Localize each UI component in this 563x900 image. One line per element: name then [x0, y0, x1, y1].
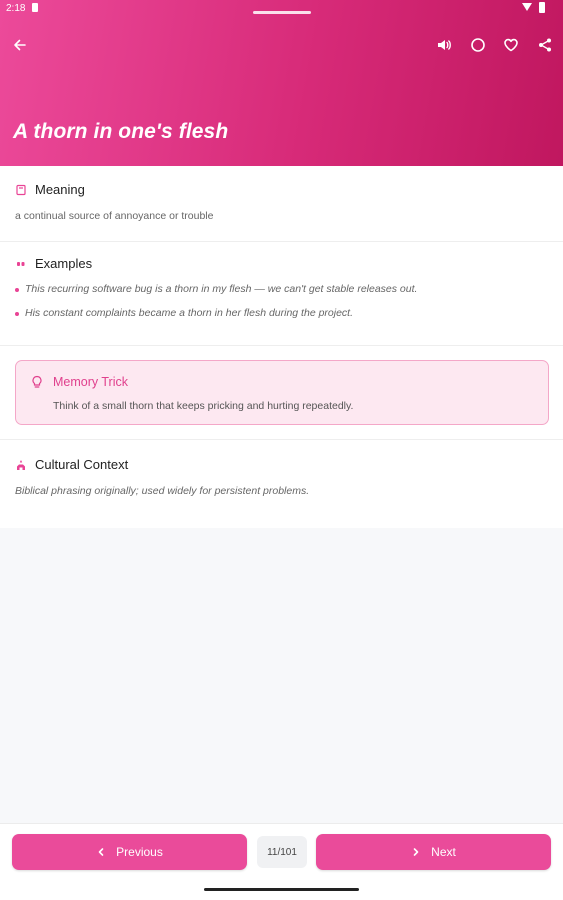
cultural-context-section: Cultural Context Biblical phrasing origi… — [0, 440, 563, 528]
circle-icon — [471, 38, 485, 52]
memory-trick-text: Think of a small thorn that keeps pricki… — [53, 400, 354, 412]
book-icon — [15, 184, 27, 196]
drag-handle[interactable] — [253, 11, 311, 14]
cultural-context-heading: Cultural Context — [35, 457, 129, 472]
memory-trick-card: Memory Trick Think of a small thorn that… — [15, 360, 549, 425]
back-arrow-icon — [14, 39, 26, 51]
cultural-context-text: Biblical phrasing originally; used widel… — [15, 485, 310, 497]
meaning-heading: Meaning — [35, 182, 85, 197]
lightbulb-icon — [32, 375, 42, 388]
favorite-button[interactable] — [499, 33, 523, 57]
cultural-context-header: Cultural Context — [15, 457, 128, 472]
status-time: 2:18 — [6, 3, 26, 14]
battery-icon — [539, 2, 545, 13]
bottom-navigation: Previous 11/101 Next — [0, 823, 563, 900]
example-item: This recurring software bug is a thorn i… — [15, 283, 545, 307]
examples-list: This recurring software bug is a thorn i… — [15, 283, 545, 331]
mark-learned-button[interactable] — [466, 33, 490, 57]
idiom-title: A thorn in one's flesh — [13, 120, 229, 143]
next-button[interactable]: Next — [316, 834, 551, 870]
chevron-right-icon — [413, 848, 419, 856]
page-counter: 11/101 — [257, 836, 307, 868]
quote-icon — [15, 258, 27, 270]
meaning-text: a continual source of annoyance or troub… — [15, 210, 214, 222]
memory-trick-heading: Memory Trick — [53, 375, 128, 389]
landmark-icon — [15, 459, 27, 471]
home-indicator[interactable] — [204, 888, 359, 891]
speaker-icon — [438, 40, 451, 50]
app-header: 2:18 A thorn in one's flesh — [0, 0, 563, 166]
memory-trick-header: Memory Trick — [30, 375, 128, 389]
memory-trick-section: Memory Trick Think of a small thorn that… — [0, 346, 563, 440]
wifi-icon — [522, 3, 532, 11]
heart-icon — [504, 38, 518, 52]
examples-heading: Examples — [35, 256, 93, 271]
next-label: Next — [431, 845, 456, 859]
previous-button[interactable]: Previous — [12, 834, 247, 870]
back-button[interactable] — [8, 33, 32, 57]
examples-header: Examples — [15, 256, 92, 271]
status-bar: 2:18 — [0, 0, 563, 18]
meaning-section: Meaning a continual source of annoyance … — [0, 166, 563, 242]
content-panel: Meaning a continual source of annoyance … — [0, 166, 563, 528]
pronounce-button[interactable] — [432, 33, 456, 57]
chevron-left-icon — [98, 848, 104, 856]
share-icon — [539, 38, 551, 52]
meaning-header: Meaning — [15, 182, 85, 197]
examples-section: Examples This recurring software bug is … — [0, 242, 563, 346]
previous-label: Previous — [116, 845, 163, 859]
example-item: His constant complaints became a thorn i… — [15, 307, 545, 331]
share-button[interactable] — [533, 33, 557, 57]
sim-card-icon — [32, 3, 38, 12]
